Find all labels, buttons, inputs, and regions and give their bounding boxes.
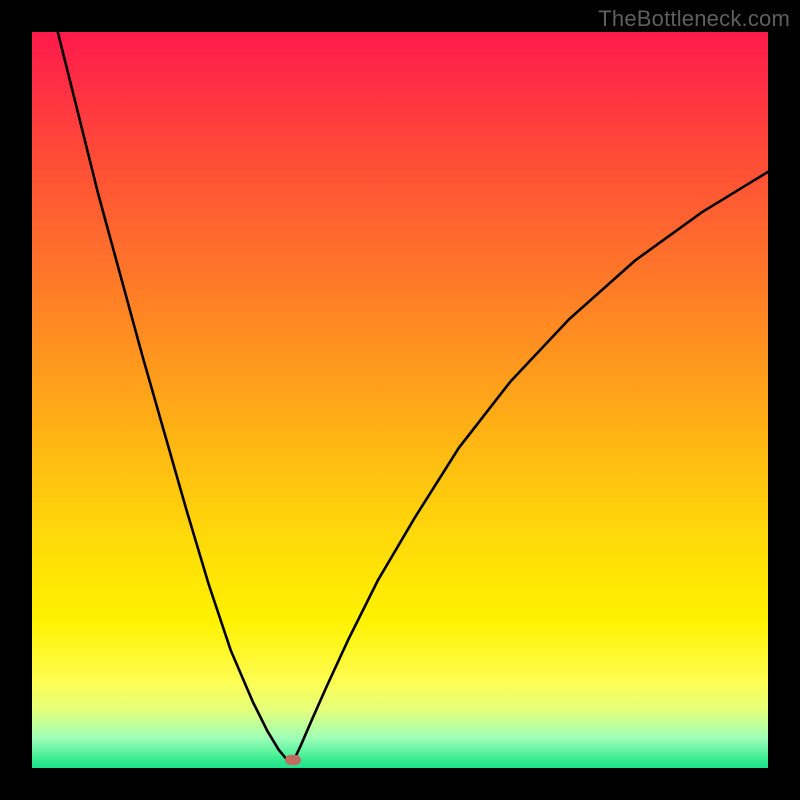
curve-right-branch <box>294 172 768 760</box>
curve-left-branch <box>58 32 292 760</box>
bottleneck-curve <box>32 32 768 768</box>
optimum-marker <box>285 755 301 765</box>
plot-area <box>32 32 768 768</box>
chart-frame: TheBottleneck.com <box>0 0 800 800</box>
watermark-text: TheBottleneck.com <box>598 6 790 32</box>
